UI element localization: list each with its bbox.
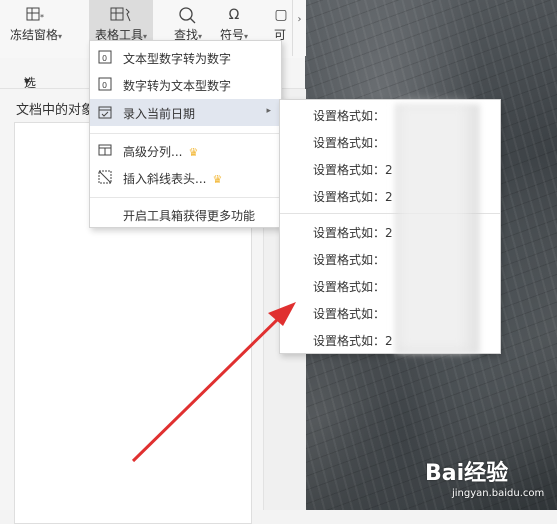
annotation-arrow	[131, 302, 296, 463]
baidu-watermark-logo: Bai经验	[425, 461, 509, 486]
watermark-url: jingyan.baidu.com	[452, 488, 545, 499]
